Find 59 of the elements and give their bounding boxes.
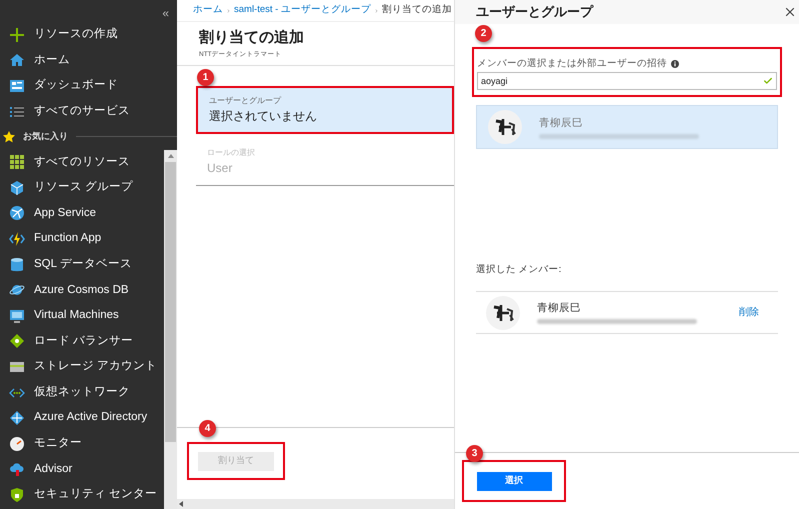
nav-item[interactable]: Function App (0, 226, 163, 252)
nav-item[interactable]: Azure Cosmos DB (0, 277, 163, 303)
step-number-badge: 3 (466, 445, 483, 462)
shield-icon (9, 486, 25, 503)
nav-item[interactable]: ホーム (0, 48, 163, 74)
dashboard-icon (9, 78, 25, 94)
selection-field[interactable]: ユーザーとグループ 選択されていません (196, 86, 454, 134)
nav-item[interactable]: すべてのリソース (0, 149, 163, 175)
breadcrumb-link[interactable]: ホーム (193, 3, 223, 18)
section-header: お気に入り (23, 130, 68, 144)
nav-item[interactable]: Virtual Machines (0, 302, 163, 329)
search-field[interactable]: aoyagi (477, 72, 777, 90)
home-icon (9, 52, 25, 68)
scroll-left-arrow-icon[interactable] (179, 501, 183, 507)
collapse-button[interactable]: « (162, 4, 169, 22)
nav-item[interactable]: App Service (0, 200, 163, 226)
user-name: 青柳辰巳 (539, 116, 584, 131)
nav-item[interactable]: モニター (0, 430, 163, 456)
scrollbar[interactable] (164, 150, 177, 509)
diamond-icon (9, 410, 25, 426)
section-heading: 選択した メンバー: (476, 262, 562, 277)
blade-title: 割り当ての追加 (199, 28, 305, 48)
horizontal-scrollbar[interactable] (177, 499, 454, 509)
cloud-icon (9, 461, 25, 478)
info-icon (671, 60, 679, 68)
step-number-badge: 4 (199, 420, 216, 437)
close-icon[interactable] (783, 5, 797, 19)
grid-icon (9, 154, 25, 170)
nav-item[interactable]: ストレージ アカウント (0, 354, 163, 380)
nav-item[interactable]: ダッシュボード (0, 73, 163, 99)
nav-item[interactable]: すべてのサービス (0, 98, 163, 124)
step-number-badge: 2 (475, 25, 492, 42)
nav-item[interactable]: リソースの作成 (0, 22, 163, 48)
remove-link[interactable]: 削除 (739, 305, 759, 320)
globe-icon (9, 205, 25, 222)
search-result[interactable]: 青柳辰巳 (476, 105, 778, 150)
star-icon (3, 130, 15, 143)
step-number-badge: 1 (197, 69, 214, 86)
scrollbar-thumb[interactable] (165, 162, 176, 442)
nav-item[interactable]: Azure Active Directory (0, 405, 163, 431)
nav-item[interactable]: 仮想ネットワーク (0, 380, 163, 406)
panel-title: ユーザーとグループ (476, 3, 593, 22)
breadcrumb-link[interactable]: saml-test - ユーザーとグループ (234, 3, 371, 18)
user-name: 青柳辰巳 (537, 301, 582, 316)
nav-item[interactable]: リソース グループ (0, 174, 163, 201)
gauge-icon (9, 436, 25, 452)
nav-item[interactable]: SQL データベース (0, 252, 163, 278)
nav-item[interactable]: ロード バランサー (0, 328, 163, 354)
nav-item[interactable]: セキュリティ センター (0, 482, 163, 508)
database-icon (9, 256, 25, 273)
select-button[interactable]: 選択 (476, 472, 552, 490)
scroll-up-arrow-icon[interactable] (168, 154, 174, 158)
plus-icon (9, 26, 25, 43)
nav-item[interactable]: Advisor (0, 456, 163, 482)
lightning-icon (9, 230, 25, 247)
cube-icon (9, 180, 25, 196)
field-label: メンバーの選択または外部ユーザーの招待 (477, 57, 667, 71)
diamond-icon (9, 333, 25, 350)
monitor-icon (9, 308, 25, 324)
